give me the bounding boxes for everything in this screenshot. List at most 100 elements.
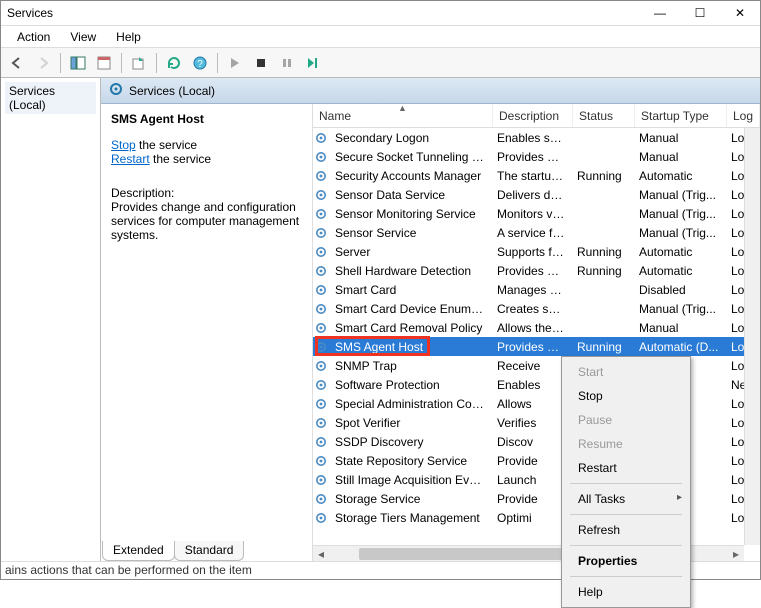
gear-icon <box>313 321 329 335</box>
cm-help[interactable]: Help <box>564 580 688 604</box>
table-row[interactable]: Secondary LogonEnables star...ManualLoc <box>313 128 760 147</box>
table-row[interactable]: Sensor ServiceA service fo...Manual (Tri… <box>313 223 760 242</box>
show-hide-tree-button[interactable] <box>66 51 90 75</box>
cell-description: Provides ch... <box>491 340 571 354</box>
stop-link[interactable]: Stop <box>111 138 136 152</box>
table-row[interactable]: Shell Hardware DetectionProvides no...Ru… <box>313 261 760 280</box>
cell-startup: Automatic <box>633 245 725 259</box>
detail-description-label: Description: <box>111 186 302 200</box>
gear-icon <box>313 264 329 278</box>
cell-startup: Manual <box>633 131 725 145</box>
cell-description: Provides no... <box>491 264 571 278</box>
cell-name: Secondary Logon <box>329 131 491 145</box>
table-row[interactable]: Sensor Monitoring ServiceMonitors va...M… <box>313 204 760 223</box>
cell-description: Discov <box>491 435 571 449</box>
col-status[interactable]: Status <box>573 104 635 127</box>
cm-restart[interactable]: Restart <box>564 456 688 480</box>
table-row[interactable]: Special Administration Con...AllowsalLoc <box>313 394 760 413</box>
table-row[interactable]: Smart Card Device Enumera...Creates soft… <box>313 299 760 318</box>
vertical-scrollbar[interactable] <box>744 128 760 545</box>
cell-name: Storage Service <box>329 492 491 506</box>
tab-extended[interactable]: Extended <box>102 541 175 561</box>
table-row[interactable]: Software ProtectionEnablesatic (D...Net <box>313 375 760 394</box>
gear-icon <box>313 511 329 525</box>
table-row[interactable]: Smart CardManages ac...DisabledLoc <box>313 280 760 299</box>
gear-icon <box>313 226 329 240</box>
cell-description: Optimi <box>491 511 571 525</box>
tab-standard[interactable]: Standard <box>174 541 245 561</box>
gear-icon <box>313 397 329 411</box>
scroll-right-icon[interactable]: ▸ <box>728 546 744 562</box>
cell-description: Allows <box>491 397 571 411</box>
cell-description: A service fo... <box>491 226 571 240</box>
tree-root-services-local[interactable]: Services (Local) <box>5 82 96 114</box>
col-logon[interactable]: Log <box>727 104 760 127</box>
col-description[interactable]: Description <box>493 104 573 127</box>
cell-description: Enables <box>491 378 571 392</box>
menu-view[interactable]: View <box>60 28 106 46</box>
stop-service-button[interactable] <box>249 51 273 75</box>
gear-icon <box>313 302 329 316</box>
gear-icon <box>313 169 329 183</box>
cm-all-tasks[interactable]: All Tasks <box>564 487 688 511</box>
col-startup[interactable]: Startup Type <box>635 104 727 127</box>
forward-button[interactable] <box>31 51 55 75</box>
table-row[interactable]: Storage Tiers ManagementOptimialLoc <box>313 508 760 527</box>
start-service-button[interactable] <box>223 51 247 75</box>
detail-restart-line: Restart the service <box>111 152 302 166</box>
restart-service-button[interactable] <box>301 51 325 75</box>
close-button[interactable]: ✕ <box>720 1 760 26</box>
menu-help[interactable]: Help <box>106 28 151 46</box>
cell-name: Smart Card Device Enumera... <box>329 302 491 316</box>
gear-icon <box>313 245 329 259</box>
cell-name: SMS Agent Host <box>329 340 491 354</box>
cell-description: Receive <box>491 359 571 373</box>
back-button[interactable] <box>5 51 29 75</box>
table-row[interactable]: Secure Socket Tunneling Pr...Provides su… <box>313 147 760 166</box>
table-row[interactable]: Security Accounts ManagerThe startup ...… <box>313 166 760 185</box>
gear-icon <box>313 378 329 392</box>
table-row[interactable]: SSDP DiscoveryDiscovedLoc <box>313 432 760 451</box>
maximize-button[interactable]: ☐ <box>680 1 720 26</box>
refresh-button[interactable] <box>162 51 186 75</box>
tree-pane: Services (Local) <box>1 78 101 561</box>
table-row[interactable]: Sensor Data ServiceDelivers dat...Manual… <box>313 185 760 204</box>
table-row[interactable]: SNMP TrapReceivealLoc <box>313 356 760 375</box>
title-bar: Services — ☐ ✕ <box>1 1 760 26</box>
gear-icon <box>313 340 329 354</box>
window-controls: — ☐ ✕ <box>640 1 760 26</box>
table-row[interactable]: Spot VerifierVerifiesal (Trig...Loc <box>313 413 760 432</box>
cell-description: Monitors va... <box>491 207 571 221</box>
cm-properties[interactable]: Properties <box>564 549 688 573</box>
table-row[interactable]: SMS Agent HostProvides ch...RunningAutom… <box>313 337 760 356</box>
gear-icon <box>313 150 329 164</box>
restart-link[interactable]: Restart <box>111 152 150 166</box>
col-name[interactable]: Name ▲ <box>313 104 493 127</box>
help-toolbar-button[interactable]: ? <box>188 51 212 75</box>
table-row[interactable]: Still Image Acquisition EventsLaunchalLo… <box>313 470 760 489</box>
gear-icon <box>109 82 123 99</box>
pause-service-button[interactable] <box>275 51 299 75</box>
cell-name: State Repository Service <box>329 454 491 468</box>
table-row[interactable]: Storage ServiceProvideal (Trig...Loc <box>313 489 760 508</box>
export-button[interactable] <box>127 51 151 75</box>
cell-description: Provide <box>491 492 571 506</box>
cm-stop[interactable]: Stop <box>564 384 688 408</box>
cell-description: Verifies <box>491 416 571 430</box>
scroll-left-icon[interactable]: ◂ <box>313 546 329 562</box>
cm-refresh[interactable]: Refresh <box>564 518 688 542</box>
properties-toolbar-button[interactable] <box>92 51 116 75</box>
table-row[interactable]: Smart Card Removal PolicyAllows the s...… <box>313 318 760 337</box>
cell-name: Server <box>329 245 491 259</box>
context-menu: Start Stop Pause Resume Restart All Task… <box>561 356 691 608</box>
cell-name: Special Administration Con... <box>329 397 491 411</box>
cell-startup: Manual <box>633 321 725 335</box>
minimize-button[interactable]: — <box>640 1 680 26</box>
cell-name: SSDP Discovery <box>329 435 491 449</box>
table-row[interactable]: State Repository ServiceProvidealLoc <box>313 451 760 470</box>
menu-action[interactable]: Action <box>7 28 60 46</box>
cell-name: Sensor Service <box>329 226 491 240</box>
cell-description: Supports fil... <box>491 245 571 259</box>
table-row[interactable]: ServerSupports fil...RunningAutomaticLoc <box>313 242 760 261</box>
cell-description: Provides su... <box>491 150 571 164</box>
